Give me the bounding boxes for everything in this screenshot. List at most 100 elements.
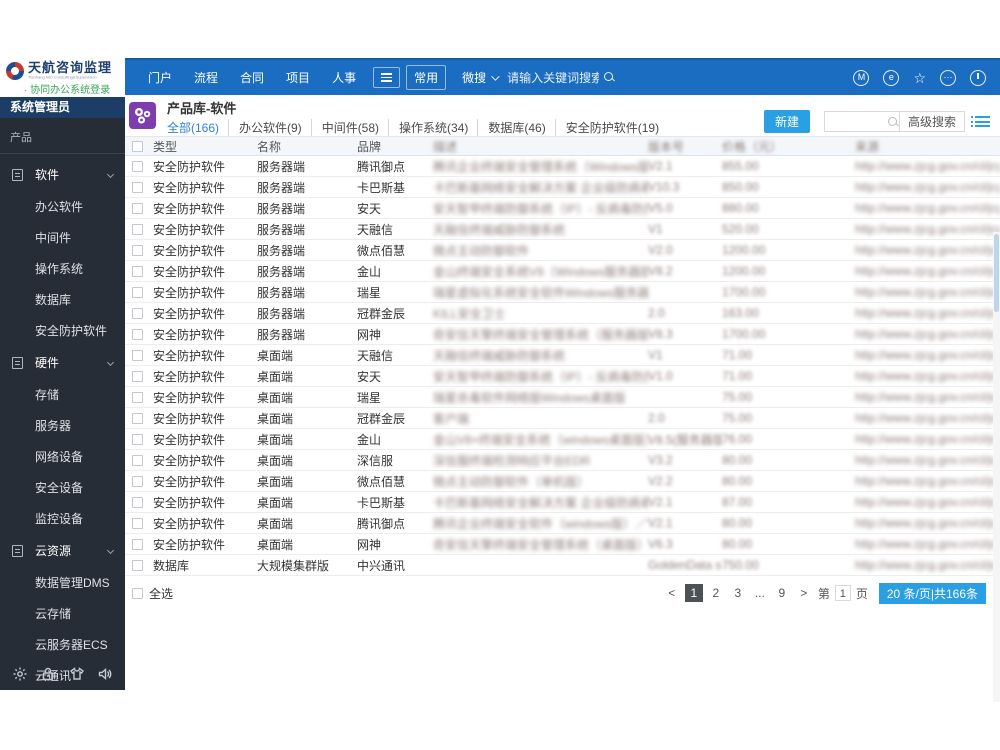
nav-item-pinned[interactable]: 常用 bbox=[406, 65, 447, 90]
sidebar-item[interactable]: 网络设备 bbox=[0, 441, 125, 472]
table-body: 安全防护软件 服务器端 腾讯御点 腾讯企业终端安全管理系统（Windows版） V2.1… bbox=[125, 156, 1000, 576]
m-badge-icon[interactable]: M bbox=[853, 69, 870, 86]
prev-page-button[interactable]: < bbox=[663, 584, 681, 602]
table-cell: V2.1 bbox=[648, 516, 673, 530]
scrollbar-thumb[interactable] bbox=[994, 234, 999, 312]
goto-page-input[interactable]: 1 bbox=[834, 585, 851, 601]
row-checkbox[interactable] bbox=[132, 392, 143, 404]
table-row[interactable]: 安全防护软件 服务器端 安天 安天智甲终端防御系统（IP）- 反病毒防护版 V5.0 88… bbox=[125, 198, 1000, 219]
table-search-icon[interactable] bbox=[887, 116, 899, 128]
table-row[interactable]: 安全防护软件 桌面端 卡巴斯基 卡巴斯基网络安全解决方案 企业级防病毒软件 - KD…… bbox=[125, 492, 1000, 513]
table-row[interactable]: 安全防护软件 服务器端 网神 奇安信天擎终端安全管理系统（服务器版） V8.3 1700.… bbox=[125, 324, 1000, 345]
sidebar-item[interactable]: 监控设备 bbox=[0, 503, 125, 534]
nav-menu-button[interactable] bbox=[373, 67, 401, 88]
sidebar-item[interactable]: 操作系统 bbox=[0, 253, 125, 284]
table-row[interactable]: 安全防护软件 服务器端 微点佰慧 微点主动防御软件 V2.0 1200.00 http://… bbox=[125, 240, 1000, 261]
advanced-search-button[interactable]: 高级搜索 bbox=[898, 111, 964, 132]
table-row[interactable]: 安全防护软件 桌面端 深信服 深信服终端检测响应平台EDR V3.2 80.00 http:… bbox=[125, 450, 1000, 471]
sidebar-item[interactable]: 中间件 bbox=[0, 222, 125, 253]
nav-item[interactable]: 门户 bbox=[137, 65, 183, 90]
category-tab[interactable]: 中间件(58) bbox=[310, 119, 379, 136]
sidebar-item[interactable]: 服务器 bbox=[0, 410, 125, 441]
category-tab[interactable]: 安全防护软件(19) bbox=[554, 119, 659, 136]
power-icon[interactable] bbox=[970, 69, 986, 86]
sidebar-item[interactable]: 存储 bbox=[0, 379, 125, 410]
table-row[interactable]: 安全防护软件 桌面端 微点佰慧 微点主动防御软件（单机版） V2.2 80.00 http:… bbox=[125, 471, 1000, 492]
row-checkbox[interactable] bbox=[132, 371, 143, 383]
star-icon[interactable]: ☆ bbox=[913, 70, 926, 86]
nav-item[interactable]: 流程 bbox=[183, 65, 229, 90]
category-tab[interactable]: 办公软件(9) bbox=[228, 119, 302, 136]
row-checkbox[interactable] bbox=[132, 560, 143, 572]
nav-item[interactable]: 合同 bbox=[229, 65, 275, 90]
nav-item[interactable]: 人事 bbox=[321, 65, 367, 90]
row-checkbox[interactable] bbox=[132, 308, 143, 320]
table-row[interactable]: 安全防护软件 服务器端 腾讯御点 腾讯企业终端安全管理系统（Windows版） V2.1… bbox=[125, 156, 1000, 177]
row-checkbox[interactable] bbox=[132, 518, 143, 530]
table-row[interactable]: 安全防护软件 桌面端 安天 安天智甲终端防御系统（IP）- 反病毒防护版 V1.0 71.… bbox=[125, 366, 1000, 387]
sidebar-item[interactable]: 数据库 bbox=[0, 284, 125, 315]
row-checkbox[interactable] bbox=[132, 245, 143, 257]
page-button[interactable]: 3 bbox=[729, 584, 747, 602]
row-checkbox[interactable] bbox=[132, 287, 143, 299]
category-tab[interactable]: 操作系统(34) bbox=[388, 119, 468, 136]
header-checkbox[interactable] bbox=[132, 141, 143, 153]
sidebar-item[interactable]: 安全设备 bbox=[0, 472, 125, 503]
table-row[interactable]: 安全防护软件 桌面端 天融信 天融信终端威胁防御系统 V1 71.00 http://www… bbox=[125, 345, 1000, 366]
search-icon[interactable] bbox=[603, 71, 615, 83]
nav-item[interactable]: 项目 bbox=[275, 65, 321, 90]
sidebar-group[interactable]: 硬件 bbox=[0, 346, 125, 379]
row-checkbox[interactable] bbox=[132, 413, 143, 425]
row-checkbox[interactable] bbox=[132, 266, 143, 278]
page-button[interactable]: 1 bbox=[684, 584, 703, 602]
table-row[interactable]: 数据库 大规模集群版 中兴通讯 GoldenData s…750.00 http://w… bbox=[125, 555, 1000, 576]
sidebar-group[interactable]: 云资源 bbox=[0, 534, 125, 567]
row-checkbox[interactable] bbox=[132, 329, 143, 341]
table-row[interactable]: 安全防护软件 桌面端 金山 金山V8+终端安全系统（windows桌面版） V8.5(服… bbox=[125, 429, 1000, 450]
table-row[interactable]: 安全防护软件 桌面端 网神 奇安信天擎终端安全管理系统（桌面版） V6.3 80.00 ht… bbox=[125, 534, 1000, 555]
table-row[interactable]: 安全防护软件 服务器端 冠群金辰 KILL安全卫士 2.0 163.00 http://ww… bbox=[125, 303, 1000, 324]
oa-login-link[interactable]: · 协同办公系统登录 bbox=[24, 81, 119, 96]
more-icon[interactable]: ··· bbox=[940, 69, 956, 86]
page-button[interactable]: 2 bbox=[707, 584, 725, 602]
sidebar-item[interactable]: 云服务器ECS bbox=[0, 629, 125, 660]
row-checkbox[interactable] bbox=[132, 350, 143, 362]
row-checkbox[interactable] bbox=[132, 182, 143, 194]
new-button[interactable]: 新建 bbox=[763, 110, 810, 133]
page-button[interactable]: 9 bbox=[773, 584, 791, 602]
table-row[interactable]: 安全防护软件 桌面端 腾讯御点 腾讯企业终端安全软件（windows版）／V2.1 V2… bbox=[125, 513, 1000, 534]
global-search-input[interactable]: 请输入关键词搜索 bbox=[507, 69, 615, 87]
page-size-selector[interactable]: 20 条/页|共166条 bbox=[878, 582, 986, 604]
message-icon[interactable]: e bbox=[883, 69, 900, 86]
theme-icon[interactable] bbox=[69, 666, 85, 682]
lock-icon[interactable] bbox=[40, 666, 56, 682]
sidebar-item[interactable]: 数据管理DMS bbox=[0, 567, 125, 598]
list-view-icon[interactable] bbox=[971, 114, 990, 130]
table-row[interactable]: 安全防护软件 桌面端 瑞星 瑞星杀毒软件网络版Windows桌面版 75.00 http:… bbox=[125, 387, 1000, 408]
sidebar-group[interactable]: 软件 bbox=[0, 158, 125, 191]
next-page-button[interactable]: > bbox=[795, 584, 813, 602]
table-row[interactable]: 安全防护软件 服务器端 瑞星 瑞星虚拟化系统安全软件Windows服务器版 1700.0… bbox=[125, 282, 1000, 303]
category-tab[interactable]: 数据库(46) bbox=[477, 119, 546, 136]
row-checkbox[interactable] bbox=[132, 497, 143, 509]
row-checkbox[interactable] bbox=[132, 434, 143, 446]
category-tab[interactable]: 全部(166) bbox=[167, 119, 219, 136]
sidebar-item[interactable]: 安全防护软件 bbox=[0, 315, 125, 346]
table-search-input[interactable] bbox=[824, 112, 883, 131]
sidebar-item[interactable]: 云存储 bbox=[0, 598, 125, 629]
row-checkbox[interactable] bbox=[132, 224, 143, 236]
row-checkbox[interactable] bbox=[132, 455, 143, 467]
wsearch-scope-dropdown[interactable]: 微搜 bbox=[462, 69, 489, 86]
sound-icon[interactable] bbox=[97, 666, 113, 682]
settings-icon[interactable] bbox=[12, 666, 28, 682]
table-row[interactable]: 安全防护软件 服务器端 金山 金山终端安全系统V9（Windows服务器版） V8.2 1… bbox=[125, 261, 1000, 282]
sidebar-item[interactable]: 办公软件 bbox=[0, 191, 125, 222]
table-row[interactable]: 安全防护软件 服务器端 天融信 天融信终端威胁防御系统 V1 520.00 http://w… bbox=[125, 219, 1000, 240]
row-checkbox[interactable] bbox=[132, 161, 143, 173]
row-checkbox[interactable] bbox=[132, 203, 143, 215]
row-checkbox[interactable] bbox=[132, 539, 143, 551]
select-all-checkbox[interactable] bbox=[132, 587, 143, 599]
table-row[interactable]: 安全防护软件 桌面端 冠群金辰 客户端 2.0 75.00 http://www.zjcg.… bbox=[125, 408, 1000, 429]
table-row[interactable]: 安全防护软件 服务器端 卡巴斯基 卡巴斯基网络安全解决方案 企业级防病毒软件 KES…… bbox=[125, 177, 1000, 198]
row-checkbox[interactable] bbox=[132, 476, 143, 488]
